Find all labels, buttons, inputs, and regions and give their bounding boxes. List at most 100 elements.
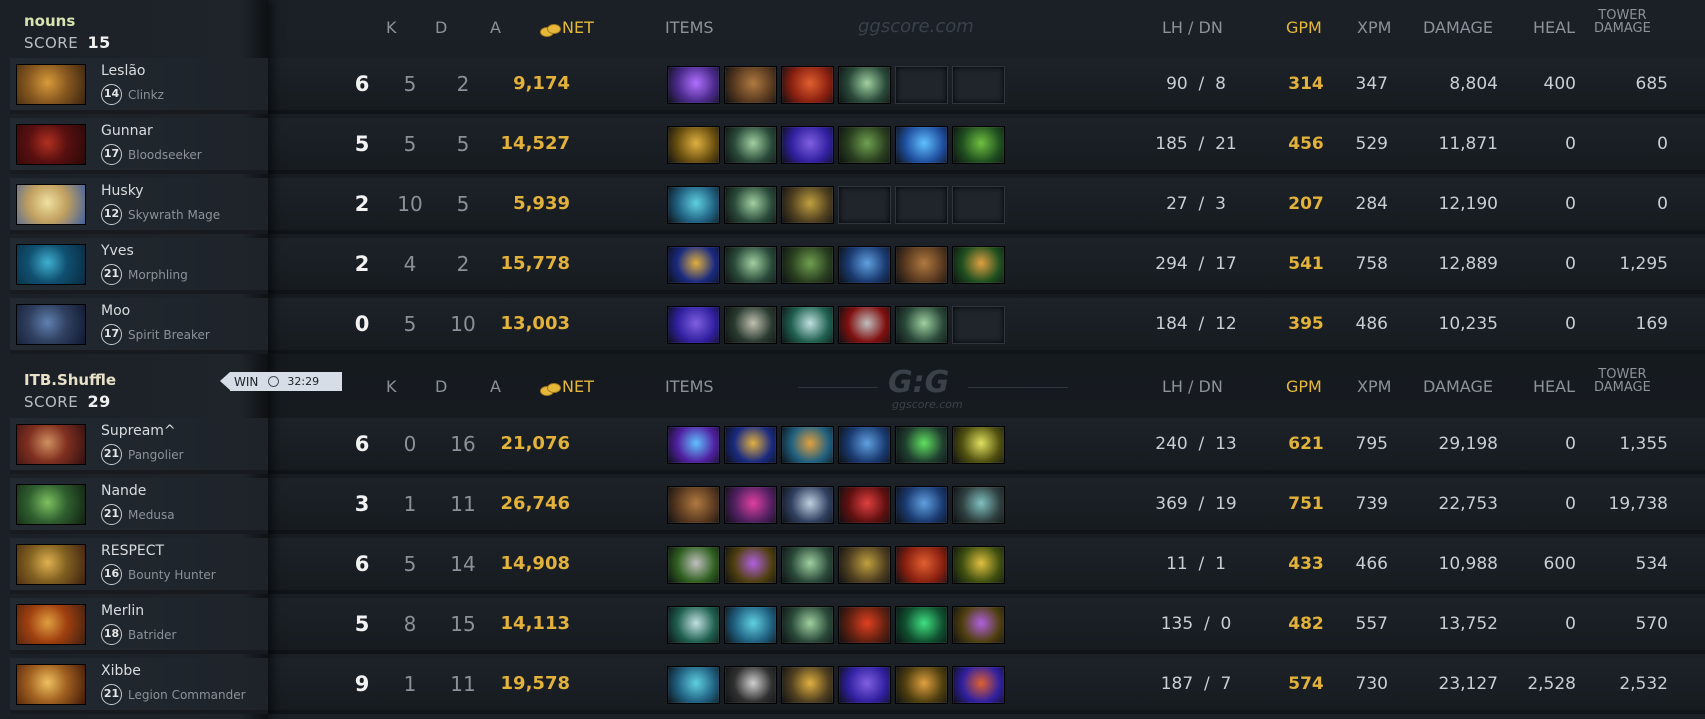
item-slot[interactable] (895, 486, 948, 524)
item-slot[interactable] (838, 546, 891, 584)
player-card[interactable]: Moo 17 Spirit Breaker (10, 298, 268, 354)
player-card[interactable]: Leslão 14 Clinkz (10, 58, 268, 114)
item-slot[interactable] (838, 66, 891, 104)
player-card[interactable]: Gunnar 17 Bloodseeker (10, 118, 268, 174)
item-slot[interactable] (838, 486, 891, 524)
item-slot[interactable] (952, 666, 1005, 704)
player-card[interactable]: Nande 21 Medusa (10, 478, 268, 534)
item-slot[interactable] (838, 666, 891, 704)
item-slot[interactable] (895, 426, 948, 464)
player-name[interactable]: Nande (101, 483, 146, 499)
hero-portrait (16, 64, 86, 105)
player-card[interactable]: RESPECT 16 Bounty Hunter (10, 538, 268, 594)
player-name[interactable]: Merlin (101, 603, 144, 619)
item-slot[interactable] (724, 666, 777, 704)
header-heal: HEAL (1533, 377, 1575, 396)
item-slot[interactable] (952, 426, 1005, 464)
player-card[interactable]: Yves 21 Morphling (10, 238, 268, 294)
item-slot[interactable] (724, 486, 777, 524)
item-slot[interactable] (952, 486, 1005, 524)
item-slot[interactable] (667, 426, 720, 464)
item-slot[interactable] (895, 246, 948, 284)
item-slot[interactable] (952, 246, 1005, 284)
item-slot[interactable] (952, 606, 1005, 644)
table-header-dire: K D A NET ITEMS G:G ggscore.com LH / DN … (268, 359, 1705, 415)
item-slot[interactable] (895, 666, 948, 704)
item-slot[interactable] (781, 66, 834, 104)
item-slot[interactable] (667, 246, 720, 284)
player-name[interactable]: RESPECT (101, 543, 164, 559)
item-slot[interactable] (667, 186, 720, 224)
deaths: 5 (403, 312, 417, 336)
item-slot[interactable] (667, 126, 720, 164)
deaths: 5 (403, 72, 417, 96)
hero-portrait (16, 244, 86, 285)
item-slot[interactable] (667, 66, 720, 104)
item-bar (667, 186, 1005, 224)
item-slot[interactable] (667, 486, 720, 524)
lh-dn: 27 / 3 (1166, 194, 1226, 214)
item-slot[interactable] (781, 546, 834, 584)
item-bar (667, 426, 1005, 464)
item-slot[interactable] (724, 606, 777, 644)
lh-dn: 11 / 1 (1166, 554, 1226, 574)
item-slot[interactable] (895, 306, 948, 344)
player-name[interactable]: Supream^ (101, 423, 176, 439)
item-slot[interactable] (724, 426, 777, 464)
item-slot[interactable] (781, 606, 834, 644)
hero-level-badge: 14 (101, 84, 122, 105)
player-card[interactable]: Supream^ 21 Pangolier (10, 418, 268, 474)
header-items: ITEMS (665, 18, 714, 37)
header-net: NET (540, 18, 594, 37)
gold-coins-icon (540, 382, 561, 396)
item-bar (667, 486, 1005, 524)
player-name[interactable]: Yves (101, 243, 134, 259)
item-slot[interactable] (724, 66, 777, 104)
item-slot[interactable] (724, 246, 777, 284)
player-name[interactable]: Husky (101, 183, 144, 199)
player-card[interactable]: Xibbe 21 Legion Commander (10, 658, 268, 714)
player-name[interactable]: Gunnar (101, 123, 153, 139)
item-slot[interactable] (952, 546, 1005, 584)
item-slot[interactable] (724, 186, 777, 224)
player-name[interactable]: Leslão (101, 63, 146, 79)
item-slot[interactable] (781, 246, 834, 284)
kills: 6 (354, 552, 370, 576)
item-slot[interactable] (667, 306, 720, 344)
item-slot[interactable] (895, 126, 948, 164)
item-slot[interactable] (895, 546, 948, 584)
damage: 23,127 (1438, 674, 1498, 694)
item-slot[interactable] (724, 126, 777, 164)
item-slot[interactable] (724, 306, 777, 344)
item-slot[interactable] (952, 126, 1005, 164)
item-slot[interactable] (895, 606, 948, 644)
item-slot[interactable] (724, 546, 777, 584)
item-slot[interactable] (781, 486, 834, 524)
player-name[interactable]: Xibbe (101, 663, 141, 679)
hero-name: Clinkz (128, 88, 164, 102)
deaths: 8 (403, 612, 417, 636)
item-slot[interactable] (781, 666, 834, 704)
item-slot[interactable] (781, 126, 834, 164)
item-slot[interactable] (838, 306, 891, 344)
item-slot[interactable] (781, 426, 834, 464)
item-slot[interactable] (838, 426, 891, 464)
item-slot[interactable] (667, 666, 720, 704)
player-name[interactable]: Moo (101, 303, 130, 319)
item-slot[interactable] (781, 186, 834, 224)
header-xpm: XPM (1357, 377, 1392, 396)
player-card[interactable]: Merlin 18 Batrider (10, 598, 268, 654)
header-gpm: GPM (1286, 18, 1322, 37)
match-duration: 32:29 (287, 375, 320, 388)
item-slot[interactable] (838, 606, 891, 644)
header-d: D (435, 18, 448, 37)
item-slot[interactable] (838, 126, 891, 164)
item-slot[interactable] (667, 606, 720, 644)
item-slot[interactable] (667, 546, 720, 584)
item-slot[interactable] (781, 306, 834, 344)
player-card[interactable]: Husky 12 Skywrath Mage (10, 178, 268, 234)
heal: 0 (1565, 314, 1576, 334)
logo-divider-left (798, 387, 878, 388)
item-slot[interactable] (838, 246, 891, 284)
table-row: 3 1 11 26,746 369 / 19 751 739 22,753 0 19,738 (268, 478, 1705, 534)
